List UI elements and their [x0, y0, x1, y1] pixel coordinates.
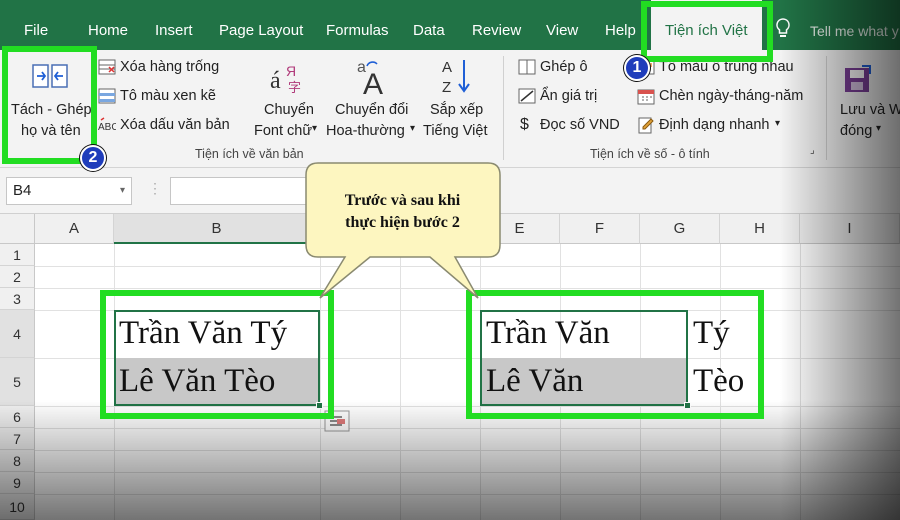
- remove-empty-rows-button[interactable]: Xóa hàng trống: [120, 59, 219, 75]
- change-case-icon: a A: [357, 59, 383, 96]
- row-header[interactable]: 7: [0, 428, 35, 450]
- highlight-after-block: [466, 290, 764, 419]
- tab-page-layout[interactable]: Page Layout: [219, 0, 303, 50]
- hide-value-icon: [518, 88, 536, 104]
- grip-icon: ⋮: [148, 180, 162, 196]
- step-badge-1: 1: [624, 55, 650, 81]
- select-all-corner[interactable]: [0, 214, 35, 244]
- sort-vietnamese-button[interactable]: A Z Sắp xếp Tiếng Việt: [420, 50, 496, 160]
- svg-text:Я: Я: [286, 63, 296, 79]
- row-header[interactable]: 10: [0, 494, 35, 520]
- group-divider: [826, 56, 827, 160]
- font-convert-icon: á Я 字: [270, 63, 301, 95]
- dialog-launcher-icon[interactable]: ⌟: [810, 145, 815, 156]
- remove-accents-icon: ABC: [98, 117, 116, 133]
- tab-review[interactable]: Review: [472, 0, 521, 50]
- dollar-icon: $: [520, 116, 529, 133]
- column-header[interactable]: G: [640, 214, 720, 244]
- quick-format-icon: [638, 117, 654, 134]
- svg-text:ABC: ABC: [98, 122, 116, 133]
- lightbulb-icon: [776, 18, 790, 37]
- calendar-icon: [637, 89, 655, 105]
- delete-rows-icon: [98, 59, 116, 75]
- merge-cells-button[interactable]: Ghép ô: [540, 59, 588, 75]
- row-header[interactable]: 8: [0, 450, 35, 472]
- read-number-vnd-button[interactable]: Đọc số VND: [540, 117, 620, 133]
- tab-formulas[interactable]: Formulas: [326, 0, 389, 50]
- quick-format-button[interactable]: Định dạng nhanh: [659, 117, 769, 133]
- highlight-before-block: [100, 290, 334, 419]
- tab-data[interactable]: Data: [413, 0, 445, 50]
- convert-case-button[interactable]: a A Chuyển đổi Hoa-thường ▾: [325, 50, 417, 160]
- callout-text: Trước và sau khi thực hiện bước 2: [344, 192, 461, 231]
- alternate-color-button[interactable]: Tô màu xen kẽ: [120, 88, 216, 104]
- tab-view[interactable]: View: [546, 0, 578, 50]
- svg-text:字: 字: [288, 80, 301, 95]
- merge-cells-icon: [518, 59, 536, 75]
- row-header[interactable]: 2: [0, 266, 35, 288]
- row-header[interactable]: 1: [0, 244, 35, 266]
- chevron-down-icon: ▾: [775, 118, 781, 129]
- group-label-text-utilities: Tiện ích về văn bản: [195, 147, 304, 161]
- column-header[interactable]: F: [560, 214, 640, 244]
- insert-date-button[interactable]: Chèn ngày-tháng-năm: [659, 88, 803, 104]
- row-header[interactable]: 3: [0, 288, 35, 310]
- save-close-button[interactable]: Lưu và W đóng ▾: [834, 50, 900, 160]
- column-header[interactable]: B: [114, 214, 320, 244]
- group-label-number-utilities: Tiện ích về số - ô tính: [590, 147, 710, 161]
- tab-help[interactable]: Help: [605, 0, 636, 50]
- highlight-split-button: [2, 46, 97, 164]
- row-header[interactable]: 4: [0, 310, 35, 358]
- column-header[interactable]: A: [35, 214, 114, 244]
- svg-text:A: A: [442, 59, 452, 76]
- save-icon: [845, 65, 871, 92]
- tab-insert[interactable]: Insert: [155, 0, 193, 50]
- svg-text:A: A: [363, 68, 383, 96]
- convert-font-button[interactable]: á Я 字 Chuyển Font chữ ▾: [250, 50, 324, 160]
- tab-home[interactable]: Home: [88, 0, 128, 50]
- name-box[interactable]: B4 ▾: [6, 177, 132, 205]
- chevron-down-icon: ▾: [410, 123, 416, 134]
- remove-accents-button[interactable]: Xóa dấu văn bản: [120, 117, 230, 133]
- highlight-tab-tien-ich-viet: [641, 1, 773, 62]
- step-badge-2: 2: [80, 145, 106, 171]
- chevron-down-icon: ▾: [119, 185, 125, 196]
- sort-az-icon: A Z: [442, 59, 470, 96]
- svg-text:á: á: [270, 68, 281, 94]
- chevron-down-icon: ▾: [876, 123, 882, 134]
- hide-value-button[interactable]: Ẩn giá trị: [540, 88, 597, 104]
- chevron-down-icon: ▾: [312, 123, 318, 134]
- row-header[interactable]: 5: [0, 358, 35, 406]
- ribbon-panel: Tách - Ghép họ và tên Xóa hàng trống Tô …: [0, 50, 900, 168]
- tab-file[interactable]: File: [24, 0, 48, 50]
- row-header[interactable]: 9: [0, 472, 35, 494]
- alternate-color-icon: [98, 88, 116, 104]
- group-divider: [503, 56, 504, 160]
- row-header[interactable]: 6: [0, 406, 35, 428]
- svg-text:Z: Z: [442, 79, 451, 96]
- column-header[interactable]: I: [800, 214, 900, 244]
- column-header[interactable]: H: [720, 214, 800, 244]
- formula-input[interactable]: [170, 177, 310, 205]
